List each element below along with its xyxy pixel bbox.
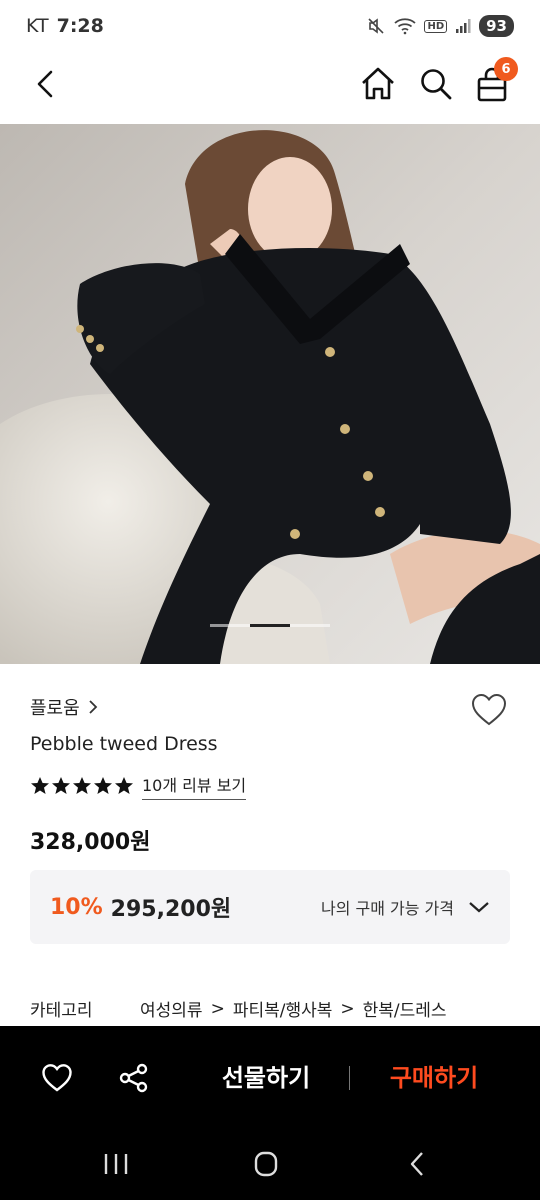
gift-button[interactable]: 선물하기 [196, 1056, 336, 1100]
carousel-dot [210, 624, 250, 627]
chevron-right-icon: > [210, 998, 225, 1019]
chevron-down-icon [469, 902, 489, 913]
hd-indicator: HD [424, 19, 448, 33]
bottom-action-bar: 선물하기 구매하기 [0, 1026, 540, 1128]
wifi-icon [394, 18, 417, 35]
cart-count-badge: 6 [494, 57, 518, 81]
back-icon[interactable] [30, 66, 62, 102]
search-icon[interactable] [416, 64, 456, 104]
recent-apps-icon[interactable] [96, 1148, 136, 1180]
product-photo [0, 124, 540, 664]
star-icon [52, 777, 70, 794]
category-label: 카테고리 [30, 1001, 93, 1021]
rating-stars [30, 776, 134, 796]
home-icon[interactable] [358, 64, 398, 104]
chevron-right-icon: > [340, 998, 355, 1019]
buy-button[interactable]: 구매하기 [364, 1056, 504, 1100]
product-name: Pebble tweed Dress [30, 733, 218, 755]
my-price-toggle[interactable]: 나의 구매 가능 가격 [321, 895, 490, 919]
chevron-right-icon [89, 700, 97, 714]
carousel-dot-active [250, 624, 290, 627]
wishlist-heart-icon[interactable] [470, 692, 508, 728]
carousel-dot [290, 624, 330, 627]
review-link[interactable]: 10개 리뷰 보기 [142, 772, 247, 800]
signal-icon [456, 19, 471, 33]
brand-link[interactable]: 플로움 [30, 694, 98, 720]
home-nav-icon[interactable] [246, 1148, 286, 1180]
heart-icon[interactable] [41, 1062, 73, 1094]
rating-row: 10개 리뷰 보기 [30, 772, 247, 800]
category-crumb[interactable]: 한복/드레스 [363, 996, 447, 1021]
back-nav-icon[interactable] [398, 1148, 438, 1180]
category-crumb[interactable]: 파티복/행사복 [233, 996, 333, 1021]
system-nav-bar [0, 1128, 540, 1200]
carrier-label: KT [26, 15, 49, 37]
app-bar [0, 52, 540, 124]
product-image[interactable] [0, 124, 540, 664]
clock: 7:28 [56, 15, 104, 37]
brand-name: 플로움 [30, 698, 80, 719]
star-icon [31, 777, 49, 794]
carousel-indicator [210, 624, 330, 627]
my-price-label: 나의 구매 가능 가격 [320, 899, 454, 918]
battery-indicator: 93 [479, 15, 514, 37]
share-icon[interactable] [118, 1062, 150, 1094]
discount-rate: 10% [50, 894, 103, 920]
mute-icon [368, 18, 385, 34]
discount-price: 295,200원 [110, 897, 232, 922]
star-icon [94, 777, 112, 794]
category-crumb[interactable]: 여성의류 [140, 996, 203, 1021]
action-divider [349, 1066, 350, 1090]
category-row: 카테고리 여성의류 > 파티복/행사복 > 한복/드레스 [30, 996, 447, 1022]
star-icon [73, 777, 91, 794]
discount-price-box: 10% 295,200원 나의 구매 가능 가격 [30, 870, 510, 944]
status-bar: KT 7:28 HD 93 [0, 0, 540, 52]
original-price: 328,000원 [30, 830, 151, 855]
star-icon [115, 777, 133, 794]
